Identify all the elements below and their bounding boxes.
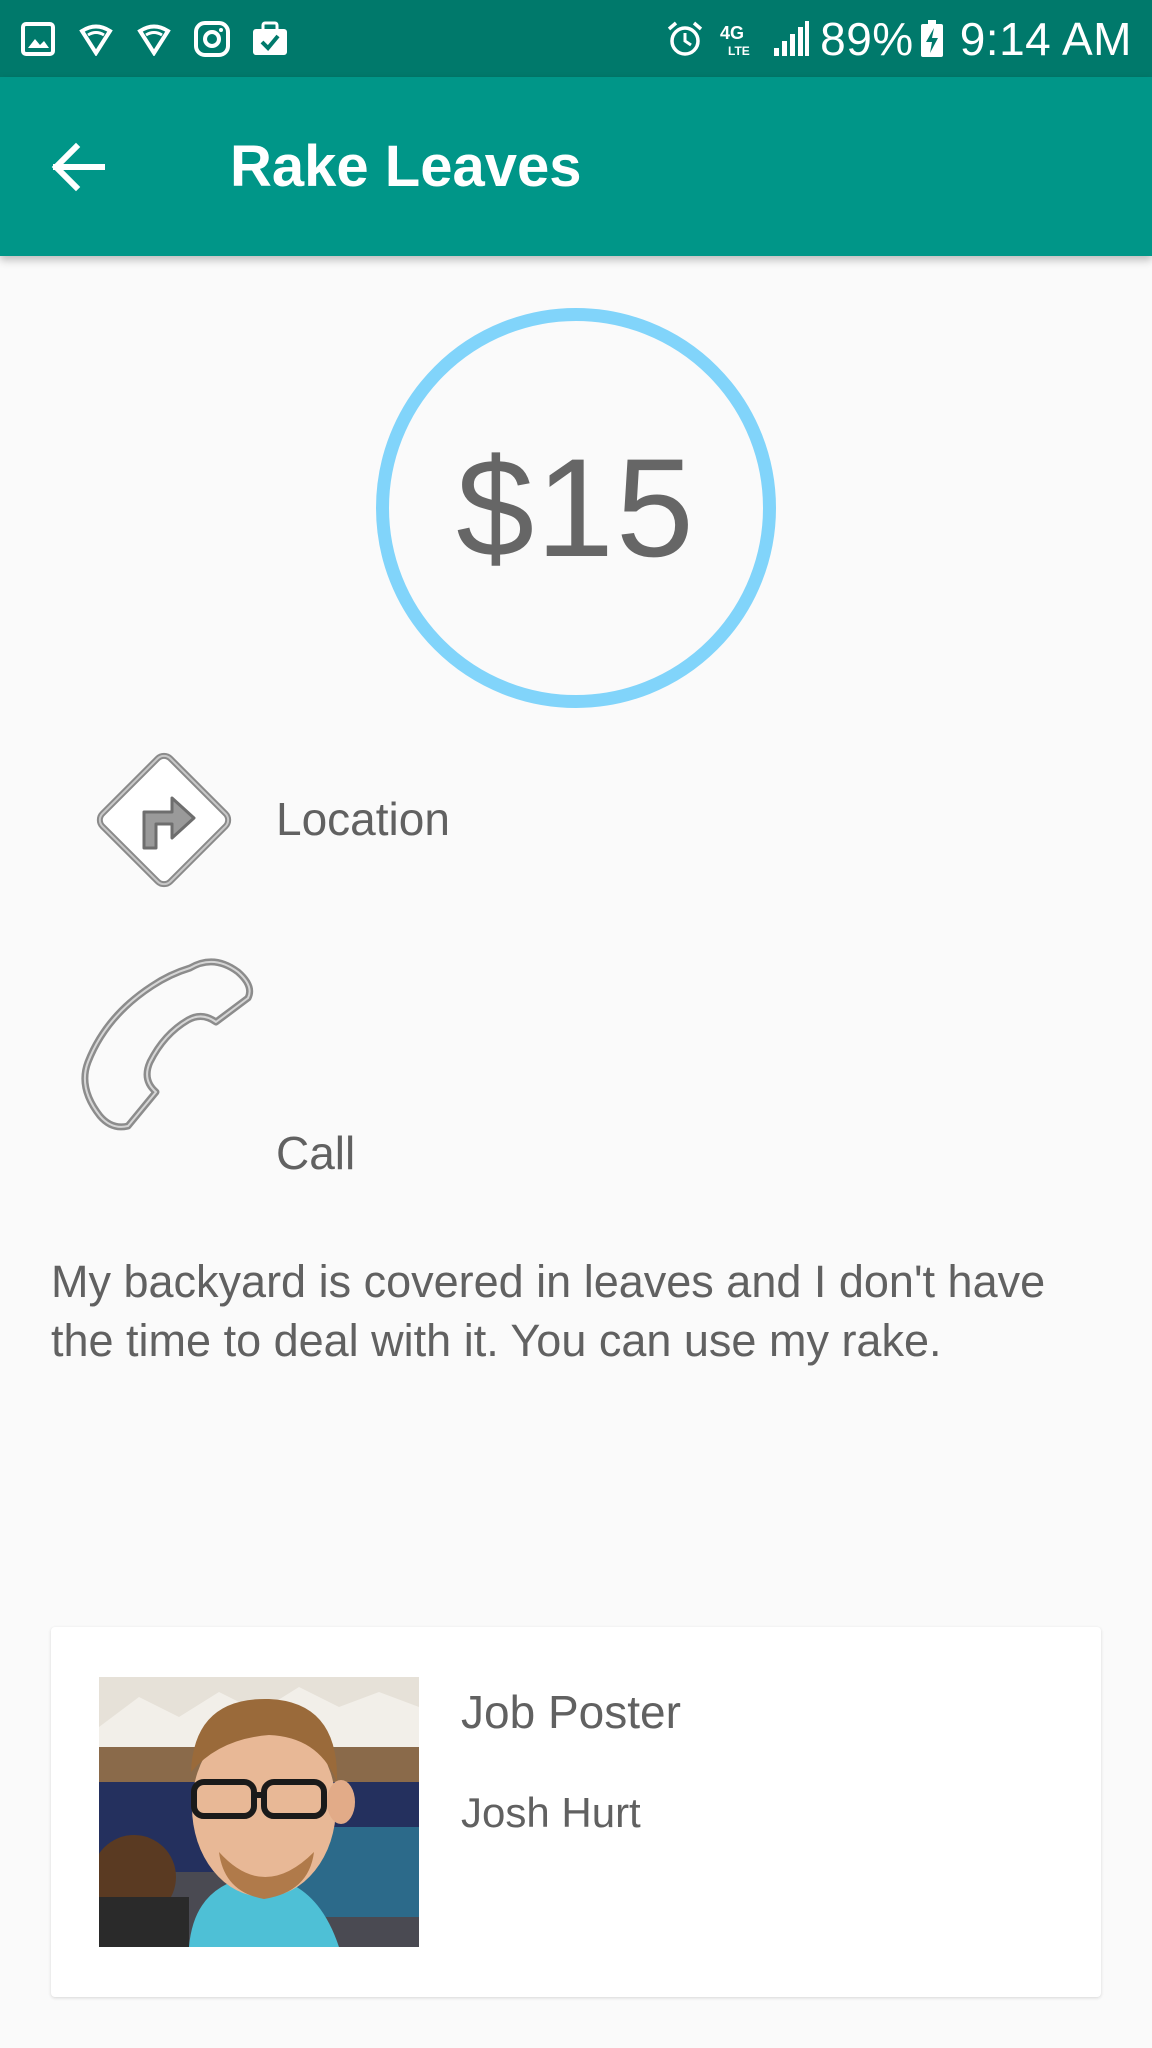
status-bar-notifications bbox=[18, 19, 308, 59]
status-bar: 4G LTE 89% 9:14 AM bbox=[0, 0, 1152, 77]
phone-handset-icon bbox=[81, 958, 254, 1131]
4g-lte-icon: 4G LTE bbox=[718, 19, 758, 59]
page-title: Rake Leaves bbox=[230, 134, 582, 199]
status-bar-system: 4G LTE 89% 9:14 AM bbox=[652, 12, 1132, 66]
svg-text:LTE: LTE bbox=[728, 44, 750, 57]
avatar bbox=[99, 1677, 419, 1947]
signal-icon bbox=[772, 19, 810, 59]
status-time: 9:14 AM bbox=[959, 12, 1132, 65]
arrow-back-icon bbox=[51, 142, 105, 191]
price-value: $15 bbox=[456, 429, 696, 586]
job-poster-card: Job Poster Josh Hurt bbox=[51, 1627, 1101, 1997]
location-label[interactable]: Location bbox=[276, 792, 450, 846]
battery-charging-icon bbox=[920, 19, 944, 59]
briefcase-check-icon bbox=[250, 19, 290, 59]
job-poster-label: Job Poster bbox=[461, 1686, 681, 1738]
instagram-icon bbox=[192, 19, 232, 59]
call-button[interactable] bbox=[72, 950, 262, 1140]
alarm-icon bbox=[666, 19, 704, 59]
location-button[interactable] bbox=[82, 738, 246, 902]
shield-icon bbox=[134, 19, 174, 59]
battery-percent: 89% bbox=[820, 12, 914, 65]
call-label[interactable]: Call bbox=[276, 1126, 355, 1180]
shield-icon bbox=[76, 19, 116, 59]
svg-text:4G: 4G bbox=[720, 23, 744, 43]
app-bar: Rake Leaves bbox=[0, 77, 1152, 256]
job-poster-name: Josh Hurt bbox=[461, 1789, 641, 1836]
gallery-icon bbox=[18, 19, 58, 59]
back-button[interactable] bbox=[38, 127, 118, 207]
turn-right-sign-icon bbox=[96, 752, 232, 888]
job-description: My backyard is covered in leaves and I d… bbox=[51, 1256, 1046, 1366]
price-badge: $15 bbox=[376, 308, 776, 708]
